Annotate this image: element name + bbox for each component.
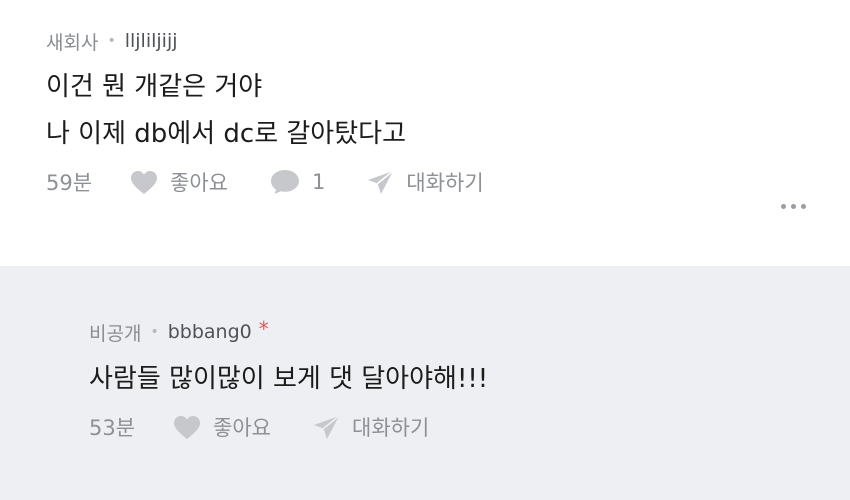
comment-author[interactable]: bbbang0 xyxy=(168,321,252,343)
like-button[interactable]: 좋아요 xyxy=(173,412,271,442)
like-label: 좋아요 xyxy=(170,171,229,195)
comment-line: 나 이제 db에서 dc로 갈아탔다고 xyxy=(46,119,406,149)
like-button[interactable]: 좋아요 xyxy=(130,167,228,197)
separator-dot: • xyxy=(150,324,159,340)
speech-bubble-icon xyxy=(271,170,300,194)
reply-comment-item: 비공개 • bbbang0 * 사람들 많이많이 보게 댓 달아야해!!! 53… xyxy=(0,266,850,500)
send-icon xyxy=(314,414,340,439)
comment-actions: 53분 좋아요 대화하기 xyxy=(89,412,850,442)
comment-meta: 비공개 • bbbang0 * xyxy=(89,317,850,345)
comment-actions: 59분 좋아요 1 대화하기 xyxy=(46,167,850,197)
heart-icon xyxy=(174,415,201,439)
reply-button[interactable]: 1 xyxy=(270,169,325,195)
comment-time: 53분 xyxy=(89,416,136,440)
more-icon[interactable] xyxy=(781,198,806,215)
comment-body: 이건 뭔 개같은 거야 나 이제 db에서 dc로 갈아탔다고 xyxy=(46,73,850,149)
comment-body: 사람들 많이많이 보게 댓 달아야해!!! xyxy=(89,365,850,394)
comment-tag: 새회사 xyxy=(46,31,99,54)
comment-time: 59분 xyxy=(46,171,93,195)
heart-icon xyxy=(131,170,158,194)
comment-line: 이건 뭔 개같은 거야 xyxy=(46,72,263,102)
comment-tag: 비공개 xyxy=(89,322,142,345)
comment-line: 사람들 많이많이 보게 댓 달아야해!!! xyxy=(89,364,489,394)
chat-label: 대화하기 xyxy=(406,171,484,195)
like-label: 좋아요 xyxy=(213,416,272,440)
chat-button[interactable]: 대화하기 xyxy=(367,167,484,197)
reply-count: 1 xyxy=(312,170,326,194)
chat-label: 대화하기 xyxy=(352,416,430,440)
author-mark: * xyxy=(258,317,269,341)
comment-author[interactable]: lljliljijj xyxy=(125,30,178,52)
more-dot xyxy=(781,204,786,209)
comment-meta: 새회사 • lljliljijj xyxy=(46,28,850,54)
comment-item: 새회사 • lljliljijj 이건 뭔 개같은 거야 나 이제 db에서 d… xyxy=(0,0,850,266)
separator-dot: • xyxy=(107,33,116,49)
chat-button[interactable]: 대화하기 xyxy=(313,412,429,442)
more-dot xyxy=(801,204,806,209)
more-dot xyxy=(791,204,796,209)
send-icon xyxy=(368,169,394,194)
